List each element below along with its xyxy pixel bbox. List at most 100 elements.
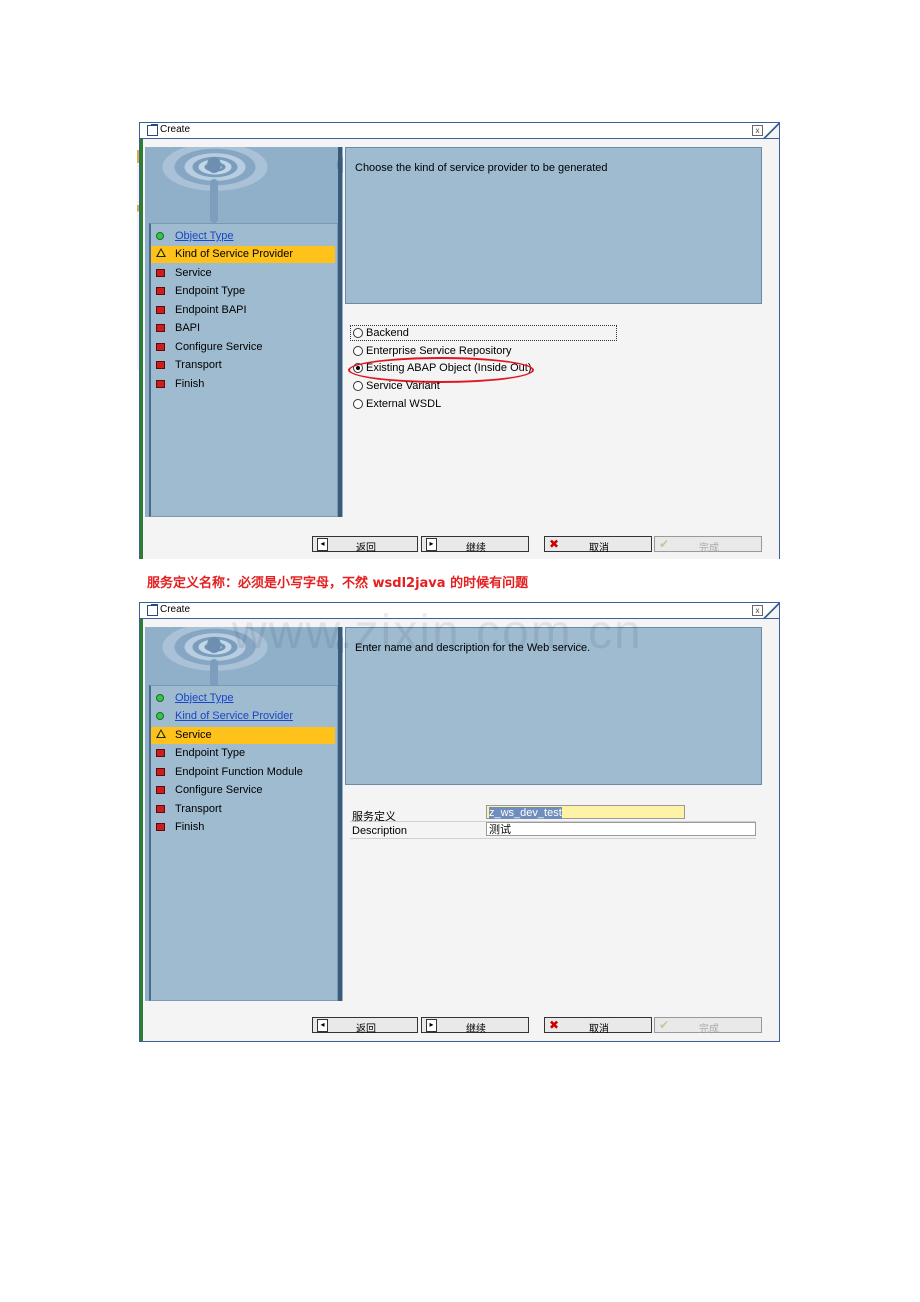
status-green-icon [156,712,164,720]
step-label: Object Type [175,692,234,704]
status-red-icon [156,823,165,831]
step-bapi: BAPI [151,320,335,337]
wizard-buttons: ◂ 返回 ▸ 继续 ✖ 取消 ✔ 完成 [312,1017,762,1035]
status-red-icon [156,287,165,295]
step-kind-of-service-provider[interactable]: Kind of Service Provider [151,708,335,725]
step-label: Finish [175,821,205,833]
button-label: 取消 [589,543,609,554]
status-red-icon [156,269,165,277]
step-label: Kind of Service Provider [175,710,293,722]
step-configure-service: Configure Service [151,339,335,356]
option-label: Enterprise Service Repository [366,345,512,357]
wizard-buttons: ◂ 返回 ▸ 继续 ✖ 取消 ✔ 完成 [312,536,762,554]
step-transport: Transport [151,801,335,818]
step-kind-of-service-provider: Kind of Service Provider [151,246,335,263]
info-box: Choose the kind of service provider to b… [345,147,762,304]
step-object-type[interactable]: Object Type [151,690,335,707]
warning-triangle-icon [156,248,166,257]
step-label: Transport [175,803,222,815]
step-object-type[interactable]: Object Type [151,228,335,245]
step-label: Endpoint Function Module [175,766,303,778]
step-label: Endpoint Type [175,285,246,297]
status-green-icon [156,694,164,702]
cancel-button[interactable]: ✖ 取消 [544,1017,652,1035]
wizard-side-panel: Object Type Kind of Service Provider Ser… [145,147,343,517]
radio-button[interactable] [353,399,363,409]
dialog-title: Create [160,124,191,135]
step-service: Service [151,265,335,282]
create-dialog-service: Create x Object Type Kind of Service Pro… [139,602,780,1042]
step-transport: Transport [151,357,335,374]
step-label: Configure Service [175,341,263,353]
status-red-icon [156,805,165,813]
service-definition-input[interactable]: z_ws_dev_test [486,805,685,819]
cancel-button[interactable]: ✖ 取消 [544,536,652,554]
status-red-icon [156,768,165,776]
status-red-icon [156,749,165,757]
status-red-icon [156,380,165,388]
step-label: Service [175,729,212,741]
radio-button[interactable] [353,381,363,391]
step-label: BAPI [175,322,201,334]
resize-corner [759,123,779,138]
status-red-icon [156,786,165,794]
step-label: Object Type [175,230,234,242]
wizard-steps: Object Type Kind of Service Provider Ser… [149,223,338,517]
annotation-caption: 服务定义名称：必须是小写字母，不然 wsdl2java 的时候有问题 [147,576,529,591]
option-label: External WSDL [366,398,442,410]
info-box: Enter name and description for the Web s… [345,627,762,785]
step-label: Configure Service [175,784,263,796]
status-red-icon [156,324,165,332]
left-accent-bar [140,139,143,559]
button-label: 继续 [466,1024,486,1035]
button-label: 完成 [699,543,719,554]
wizard-steps: Object Type Kind of Service Provider Ser… [149,685,338,1001]
option-label: Service Variant [366,380,440,392]
step-label: Endpoint BAPI [175,304,247,316]
panel-divider [338,147,342,517]
status-red-icon [156,361,165,369]
back-button[interactable]: ◂ 返回 [312,1017,418,1035]
step-label: Finish [175,378,205,390]
description-row: Description 测试 [350,822,756,839]
button-label: 返回 [356,1024,376,1035]
back-button[interactable]: ◂ 返回 [312,536,418,554]
info-text: Choose the kind of service provider to b… [355,162,608,174]
warning-triangle-icon [156,729,166,738]
dialog-titlebar: Create x [140,603,779,619]
radio-button[interactable] [353,328,363,338]
edit-icon [147,605,158,616]
step-finish: Finish [151,376,335,393]
button-label: 返回 [356,543,376,554]
status-green-icon [156,232,164,240]
status-red-icon [156,306,165,314]
info-text: Enter name and description for the Web s… [355,642,591,654]
step-finish: Finish [151,819,335,836]
service-definition-value: z_ws_dev_test [489,807,562,819]
step-configure-service: Configure Service [151,782,335,799]
continue-button[interactable]: ▸ 继续 [421,536,529,554]
button-label: 继续 [466,543,486,554]
continue-button[interactable]: ▸ 继续 [421,1017,529,1035]
description-label: Description [352,825,408,837]
finish-button[interactable]: ✔ 完成 [654,536,762,554]
step-endpoint-bapi: Endpoint BAPI [151,302,335,319]
button-label: 完成 [699,1024,719,1035]
option-label: Backend [366,327,409,339]
step-label: Transport [175,359,222,371]
description-input[interactable]: 测试 [486,822,756,836]
service-definition-row: 服务定义 z_ws_dev_test [350,805,756,823]
radio-button[interactable] [353,346,363,356]
step-label: Service [175,267,212,279]
panel-divider [338,627,342,1001]
left-accent-bar [140,619,143,1041]
button-label: 取消 [589,1024,609,1035]
step-label: Endpoint Type [175,747,246,759]
finish-button[interactable]: ✔ 完成 [654,1017,762,1035]
step-label: Kind of Service Provider [175,248,293,260]
resize-corner [759,603,779,618]
dialog-titlebar: Create x [140,123,779,139]
step-endpoint-type: Endpoint Type [151,745,335,762]
dialog-title: Create [160,604,191,615]
wizard-side-panel: Object Type Kind of Service Provider Ser… [145,627,343,1001]
